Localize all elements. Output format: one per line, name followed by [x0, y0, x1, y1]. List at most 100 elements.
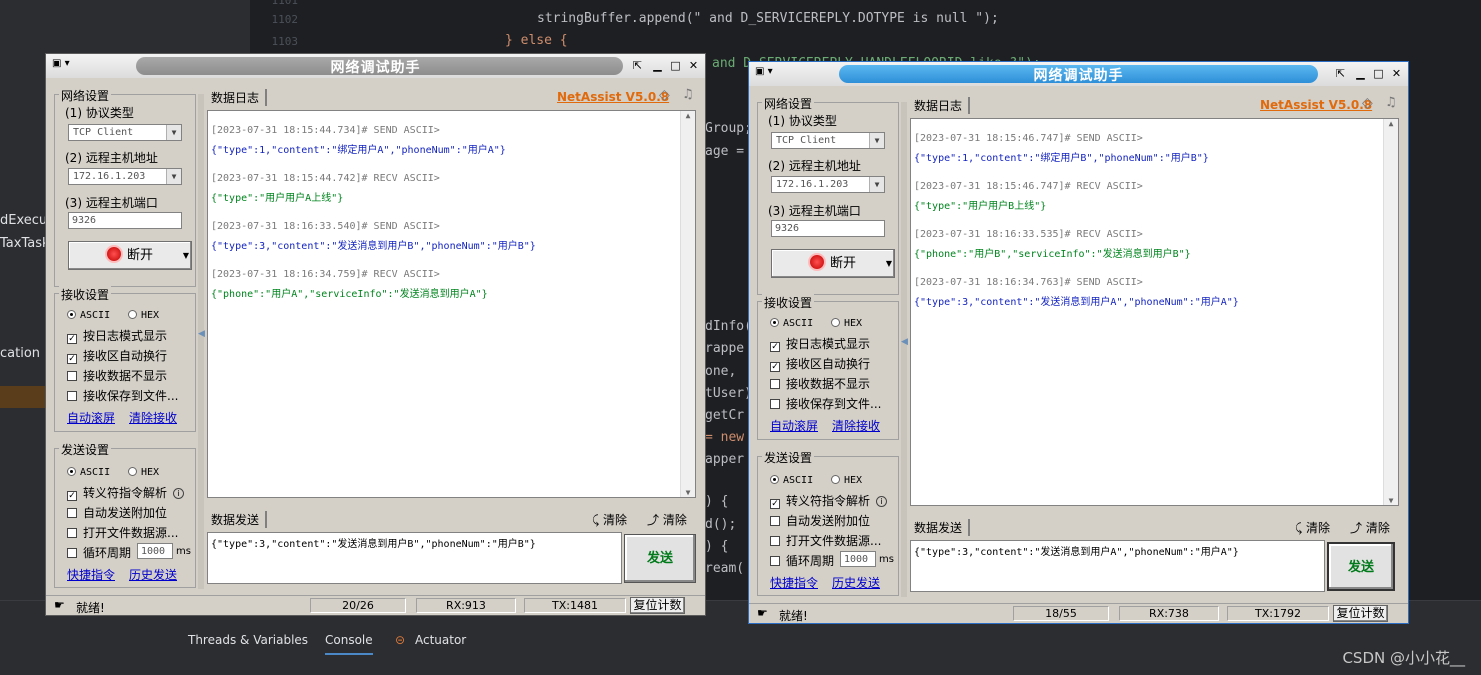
tab-data-log[interactable]: 数据日志	[211, 89, 268, 106]
recv-save-checkbox[interactable]: 接收保存到文件...	[67, 387, 178, 404]
recv-settings-title: 接收设置	[762, 294, 815, 311]
diamond-icon[interactable]: ◇	[659, 87, 670, 103]
pin-icon[interactable]: ⇱	[1333, 66, 1348, 81]
recv-log-area[interactable]: ▲ ▼ [2023-07-31 18:15:46.747]# SEND ASCII…	[910, 118, 1399, 506]
sidebar-splitter[interactable]: ◀	[198, 94, 205, 589]
tab-data-send[interactable]: 数据发送	[914, 519, 971, 536]
open-file-checkbox[interactable]: 打开文件数据源...	[67, 524, 178, 541]
tab-console[interactable]: Console	[325, 633, 373, 655]
loop-period-checkbox[interactable]: 循环周期	[67, 544, 131, 561]
recv-wrap-checkbox[interactable]: ✓ 接收区自动换行	[770, 355, 870, 372]
clear-arrow-icon: ⤹	[1295, 521, 1307, 535]
close-icon[interactable]: ✕	[1389, 66, 1404, 81]
port-label: (3) 远程主机端口	[768, 204, 861, 218]
send-settings-group: 发送设置 ASCII HEX ✓ 转义符指令解析 i 自动发送附加位 打开文件数据源…	[757, 449, 899, 596]
clear-all-button[interactable]: ⤴ 清除	[1350, 519, 1390, 536]
minimize-icon[interactable]: ▁	[1353, 66, 1368, 81]
reset-count-button[interactable]: 复位计数	[630, 597, 685, 614]
recv-hex-radio[interactable]: HEX	[831, 315, 862, 329]
clear-all-button[interactable]: ⤴ 清除	[647, 511, 687, 528]
protocol-select[interactable]: TCP Client ▼	[68, 124, 182, 141]
send-settings-title: 发送设置	[59, 441, 112, 458]
minimize-icon[interactable]: ▁	[650, 58, 665, 73]
send-button[interactable]: 发送	[1327, 542, 1395, 591]
recv-hex-radio[interactable]: HEX	[128, 307, 159, 321]
clear-send-button[interactable]: ⤹ 清除	[592, 511, 627, 528]
log-timestamp: [2023-07-31 18:16:34.759]# RECV ASCII>	[211, 269, 440, 280]
send-hex-radio[interactable]: HEX	[831, 472, 862, 486]
recv-ascii-radio[interactable]: ASCII	[770, 315, 813, 329]
status-led-icon	[106, 247, 121, 261]
loop-period-checkbox[interactable]: 循环周期	[770, 552, 834, 569]
host-select[interactable]: 172.16.1.203 ▼	[771, 176, 885, 193]
maximize-icon[interactable]: □	[668, 58, 683, 73]
clear-recv-link[interactable]: 清除接收	[832, 417, 880, 434]
auto-append-checkbox[interactable]: 自动发送附加位	[67, 504, 167, 521]
recv-log-mode-checkbox[interactable]: ✓ 按日志模式显示	[770, 335, 870, 352]
radio-icon	[128, 310, 137, 319]
tab-threads-variables[interactable]: Threads & Variables	[188, 633, 308, 647]
ide-tree-item[interactable]: TaxTask	[0, 236, 50, 251]
auto-scroll-link[interactable]: 自动滚屏	[770, 417, 818, 434]
escape-parse-checkbox[interactable]: ✓ 转义符指令解析 i	[770, 492, 888, 509]
loop-period-input[interactable]: 1000	[840, 551, 876, 567]
disconnect-button[interactable]: 断开 ▼	[68, 241, 192, 270]
shortcuts-link[interactable]: 快捷指令	[67, 566, 115, 583]
radio-icon	[67, 467, 76, 476]
bell-icon[interactable]: ♫	[682, 87, 694, 102]
tab-actuator[interactable]: Actuator	[415, 633, 466, 647]
recv-save-checkbox[interactable]: 接收保存到文件...	[770, 395, 881, 412]
send-input[interactable]: {"type":3,"content":"发送消息到用户B","phoneNum…	[207, 532, 622, 584]
title-bar[interactable]: ▣ ▾ 网络调试助手 ⇱ ▁ □ ✕	[749, 62, 1408, 86]
chevron-down-icon: ▼	[166, 169, 181, 184]
close-icon[interactable]: ✕	[686, 58, 701, 73]
checkbox-label: 接收区自动换行	[786, 357, 871, 371]
recv-ascii-radio[interactable]: ASCII	[67, 307, 110, 321]
host-select[interactable]: 172.16.1.203 ▼	[68, 168, 182, 185]
pin-icon[interactable]: ⇱	[630, 58, 645, 73]
escape-parse-checkbox[interactable]: ✓ 转义符指令解析 i	[67, 484, 185, 501]
recv-hide-checkbox[interactable]: 接收数据不显示	[67, 367, 167, 384]
tab-data-send[interactable]: 数据发送	[211, 511, 268, 528]
history-link[interactable]: 历史发送	[129, 566, 177, 583]
recv-log-area[interactable]: ▲ ▼ [2023-07-31 18:15:44.734]# SEND ASCII…	[207, 110, 696, 498]
recv-log-mode-checkbox[interactable]: ✓ 按日志模式显示	[67, 327, 167, 344]
maximize-icon[interactable]: □	[1371, 66, 1386, 81]
tab-data-log[interactable]: 数据日志	[914, 97, 971, 114]
sidebar-splitter[interactable]: ◀	[901, 102, 908, 597]
auto-append-checkbox[interactable]: 自动发送附加位	[770, 512, 870, 529]
shortcuts-link[interactable]: 快捷指令	[770, 574, 818, 591]
send-input[interactable]: {"type":3,"content":"发送消息到用户A","phoneNum…	[910, 540, 1325, 592]
open-file-checkbox[interactable]: 打开文件数据源...	[770, 532, 881, 549]
bell-icon[interactable]: ♫	[1385, 95, 1397, 110]
recv-wrap-checkbox[interactable]: ✓ 接收区自动换行	[67, 347, 167, 364]
port-input[interactable]: 9326	[68, 212, 182, 229]
send-button[interactable]: 发送	[624, 534, 696, 583]
auto-scroll-link[interactable]: 自动滚屏	[67, 409, 115, 426]
send-ascii-radio[interactable]: ASCII	[67, 464, 110, 478]
code-fragment: tUser)	[705, 386, 752, 401]
recv-settings-title: 接收设置	[59, 286, 112, 303]
scrollbar[interactable]: ▲ ▼	[1383, 119, 1398, 505]
port-input[interactable]: 9326	[771, 220, 885, 237]
disconnect-button[interactable]: 断开 ▼	[771, 249, 895, 278]
reset-count-button[interactable]: 复位计数	[1333, 605, 1388, 622]
recv-hide-checkbox[interactable]: 接收数据不显示	[770, 375, 870, 392]
diamond-icon[interactable]: ◇	[1362, 95, 1373, 111]
send-ascii-radio[interactable]: ASCII	[770, 472, 813, 486]
loop-period-input[interactable]: 1000	[137, 543, 173, 559]
title-bar[interactable]: ▣ ▾ 网络调试助手 ⇱ ▁ □ ✕	[46, 54, 705, 78]
history-link[interactable]: 历史发送	[832, 574, 880, 591]
info-icon[interactable]: i	[876, 496, 888, 507]
clear-recv-link[interactable]: 清除接收	[129, 409, 177, 426]
clear-label: 清除	[603, 513, 628, 527]
info-icon[interactable]: i	[173, 488, 185, 499]
chevron-down-icon: ▼	[182, 251, 189, 260]
clear-send-button[interactable]: ⤹ 清除	[1295, 519, 1330, 536]
ide-tree-item[interactable]: cation	[0, 346, 40, 361]
net-settings-title: 网络设置	[762, 95, 815, 112]
scrollbar[interactable]: ▲ ▼	[680, 111, 695, 497]
send-hex-radio[interactable]: HEX	[128, 464, 159, 478]
protocol-select[interactable]: TCP Client ▼	[771, 132, 885, 149]
code-fragment: ) {	[705, 494, 729, 509]
